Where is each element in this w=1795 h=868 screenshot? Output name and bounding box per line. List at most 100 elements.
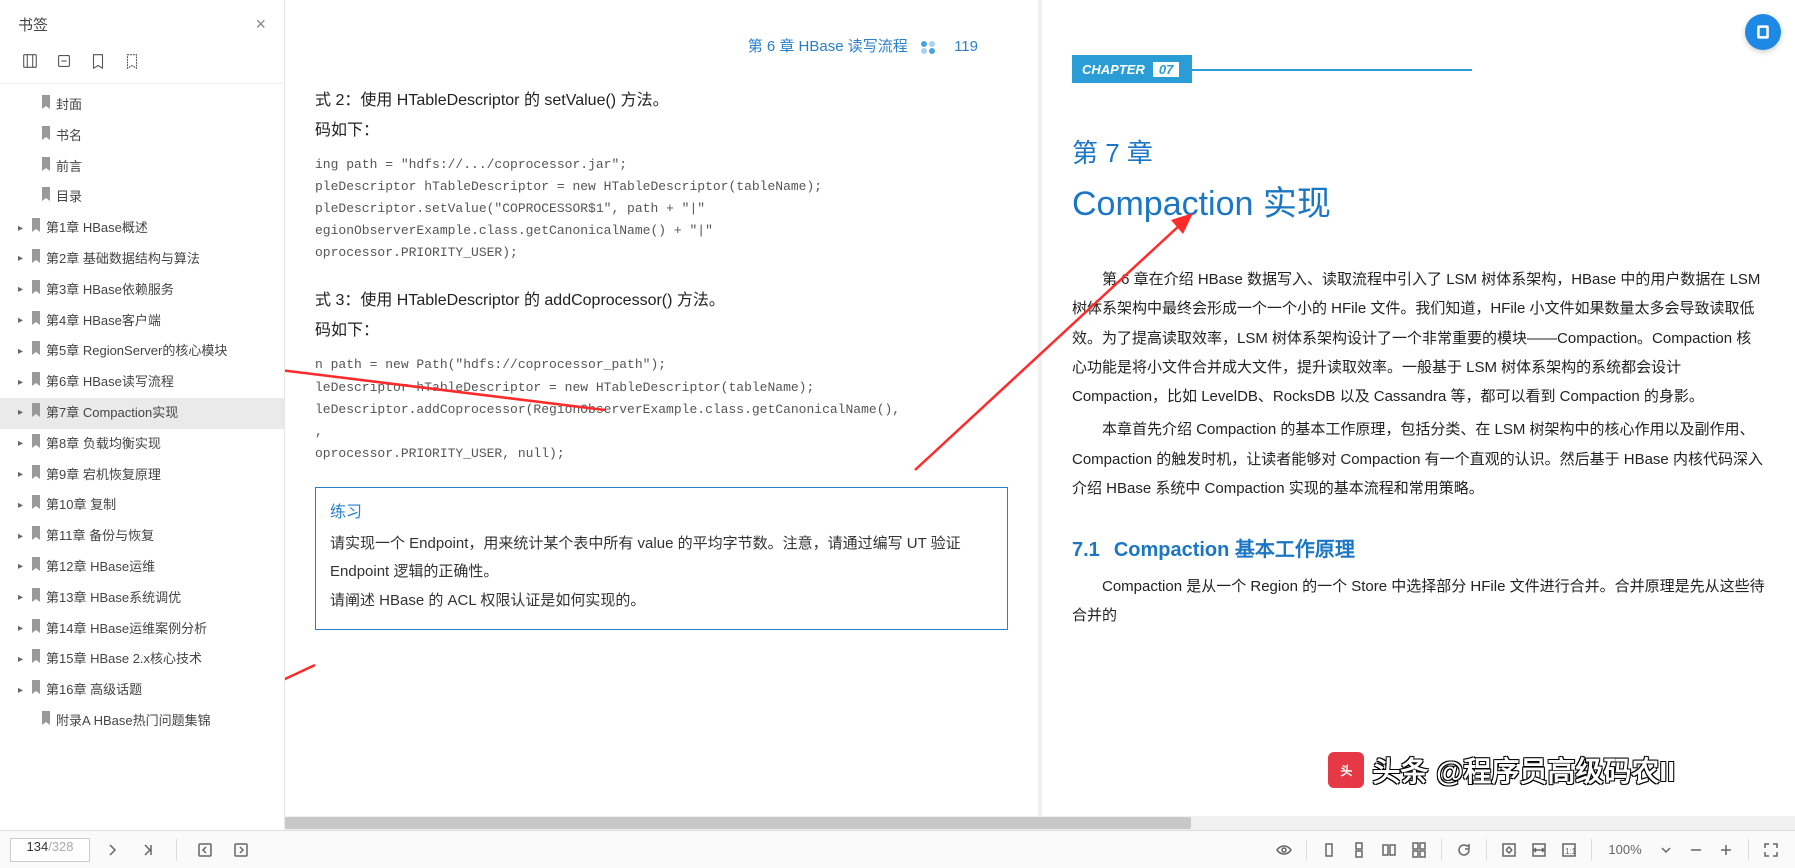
method2-title: 式 2：使用 HTableDescriptor 的 setValue() 方法。 (315, 86, 1008, 110)
code-block-3: n path = new Path("hdfs://coprocessor_pa… (315, 354, 1008, 464)
close-sidebar-icon[interactable]: × (255, 14, 266, 35)
layout-single-icon[interactable] (1315, 836, 1343, 864)
bookmark-label: 附录A HBase热门问题集锦 (56, 711, 211, 732)
bookmark-label: 封面 (56, 95, 82, 116)
collapse-all-icon[interactable] (54, 51, 74, 71)
bookmark-icon (30, 588, 46, 609)
expand-caret-icon[interactable]: ▸ (18, 344, 30, 360)
bookmark-item[interactable]: ▸第13章 HBase系统调优 (0, 583, 284, 614)
expand-caret-icon[interactable]: ▸ (18, 436, 30, 452)
bookmark-item[interactable]: ▸ 第7章 Compaction实现 (0, 398, 284, 429)
bookmark-label: 第6章 HBase读写流程 (46, 372, 174, 393)
last-page-icon[interactable] (134, 836, 162, 864)
bookmark-label: 第9章 宕机恢复原理 (46, 465, 161, 486)
bookmark-item[interactable]: ▸ 第12章 HBase运维 (0, 552, 284, 583)
method3-title: 式 3：使用 HTableDescriptor 的 addCoprocessor… (315, 286, 1008, 310)
bookmark-label: 第16章 高级话题 (46, 680, 142, 701)
page-right: CHAPTER 07 第 7 章 Compaction 实现 第 6 章在介绍 … (1042, 0, 1795, 830)
expand-caret-icon[interactable]: ▸ (18, 405, 30, 421)
bookmarks-tree: 封面书名前言目录▸第1章 HBase概述▸第2章 基础数据结构与算法▸第3章 H… (0, 84, 284, 830)
section-title: Compaction 基本工作原理 (1114, 533, 1355, 562)
expand-caret-icon[interactable]: ▸ (18, 251, 30, 267)
bookmark-icon (30, 280, 46, 301)
bookmark-item[interactable]: ▸ 第4章 HBase客户端 (0, 306, 284, 337)
chapter-label: CHAPTER (1082, 62, 1145, 77)
bookmark-item[interactable]: ▸ 第15章 HBase 2.x核心技术 (0, 644, 284, 675)
bookmark-item[interactable]: ▸ 第6章 HBase读写流程 (0, 367, 284, 398)
bookmark-item[interactable]: ▸ 第10章 复制 (0, 490, 284, 521)
bookmark-icon (30, 495, 46, 516)
bookmark-icon (30, 372, 46, 393)
fit-width-icon[interactable] (1525, 836, 1553, 864)
horizontal-scrollbar[interactable] (285, 816, 1795, 830)
expand-all-icon[interactable] (20, 51, 40, 71)
zoom-in-icon[interactable] (1712, 836, 1740, 864)
bookmark-icon (30, 434, 46, 455)
bookmark-label: 第5章 RegionServer的核心模块 (46, 341, 227, 362)
expand-caret-icon[interactable]: ▸ (18, 652, 30, 668)
bookmark-item[interactable]: ▸第1章 HBase概述 (0, 213, 284, 244)
next-page-icon[interactable] (98, 836, 126, 864)
expand-caret-icon[interactable]: ▸ (18, 375, 30, 391)
bookmark-label: 第3章 HBase依赖服务 (46, 280, 174, 301)
expand-caret-icon[interactable]: ▸ (18, 313, 30, 329)
fit-page-icon[interactable] (1495, 836, 1523, 864)
expand-caret-icon[interactable]: ▸ (18, 467, 30, 483)
zoom-dropdown-icon[interactable] (1652, 836, 1680, 864)
exercise-body-1: 请实现一个 Endpoint，用来统计某个表中所有 value 的平均字节数。注… (330, 530, 993, 587)
assistant-float-button[interactable] (1745, 14, 1781, 50)
bookmark-item[interactable]: 附录A HBase热门问题集锦 (0, 706, 284, 737)
expand-caret-icon[interactable]: ▸ (18, 221, 30, 237)
fullscreen-icon[interactable] (1757, 836, 1785, 864)
bookmark-item[interactable]: ▸第8章 负载均衡实现 (0, 429, 284, 460)
bookmark-label: 第10章 复制 (46, 495, 116, 516)
expand-caret-icon[interactable]: ▸ (18, 590, 30, 606)
bookmark-label: 第12章 HBase运维 (46, 557, 155, 578)
expand-caret-icon[interactable]: ▸ (18, 559, 30, 575)
eye-view-icon[interactable] (1270, 836, 1298, 864)
page-left: 第 6 章 HBase 读写流程 119 式 2：使用 HTableDescri… (285, 0, 1042, 830)
bookmark-outline-icon[interactable] (122, 51, 142, 71)
chapter-bar: CHAPTER 07 (1072, 55, 1192, 83)
bookmark-item[interactable]: 封面 (0, 90, 284, 121)
section-7-1-header: 7.1 Compaction 基本工作原理 (1072, 533, 1765, 562)
zoom-out-icon[interactable] (1682, 836, 1710, 864)
section-number: 7.1 (1072, 539, 1100, 562)
rotate-icon[interactable] (1450, 836, 1478, 864)
expand-caret-icon[interactable]: ▸ (18, 498, 30, 514)
bookmark-label: 第7章 Compaction实现 (46, 403, 178, 424)
bookmark-label: 第4章 HBase客户端 (46, 311, 161, 332)
bookmark-item[interactable]: 前言 (0, 152, 284, 183)
layout-continuous-icon[interactable] (1345, 836, 1373, 864)
page-number-input[interactable]: 134/328 (10, 838, 90, 862)
bookmark-item[interactable]: ▸第14章 HBase运维案例分析 (0, 614, 284, 645)
bookmark-icon (40, 126, 56, 147)
bookmark-icon (30, 218, 46, 239)
page-viewer: 第 6 章 HBase 读写流程 119 式 2：使用 HTableDescri… (285, 0, 1795, 830)
zoom-level[interactable]: 100% (1600, 842, 1650, 857)
nav-back-icon[interactable] (191, 836, 219, 864)
nav-forward-icon[interactable] (227, 836, 255, 864)
paragraph-3: Compaction 是从一个 Region 的一个 Store 中选择部分 H… (1072, 572, 1765, 631)
bookmark-add-icon[interactable] (88, 51, 108, 71)
bookmark-icon (30, 249, 46, 270)
bookmark-item[interactable]: ▸ 第5章 RegionServer的核心模块 (0, 336, 284, 367)
layout-two-page-icon[interactable] (1375, 836, 1403, 864)
bookmark-item[interactable]: ▸ 第3章 HBase依赖服务 (0, 275, 284, 306)
expand-caret-icon[interactable]: ▸ (18, 621, 30, 637)
expand-caret-icon[interactable]: ▸ (18, 683, 30, 699)
sidebar-toolbar (0, 45, 284, 84)
expand-caret-icon[interactable]: ▸ (18, 529, 30, 545)
bookmark-item[interactable]: 目录 (0, 182, 284, 213)
bookmark-item[interactable]: ▸第11章 备份与恢复 (0, 521, 284, 552)
sidebar-title: 书签 (18, 14, 48, 35)
actual-size-icon[interactable]: 1:1 (1555, 836, 1583, 864)
bookmark-item[interactable]: ▸第2章 基础数据结构与算法 (0, 244, 284, 275)
bookmark-item[interactable]: ▸ 第16章 高级话题 (0, 675, 284, 706)
bookmark-label: 第15章 HBase 2.x核心技术 (46, 649, 202, 670)
bookmark-item[interactable]: 书名 (0, 121, 284, 152)
total-pages: /328 (48, 839, 73, 854)
layout-book-icon[interactable] (1405, 836, 1433, 864)
bookmark-item[interactable]: ▸ 第9章 宕机恢复原理 (0, 460, 284, 491)
expand-caret-icon[interactable]: ▸ (18, 282, 30, 298)
